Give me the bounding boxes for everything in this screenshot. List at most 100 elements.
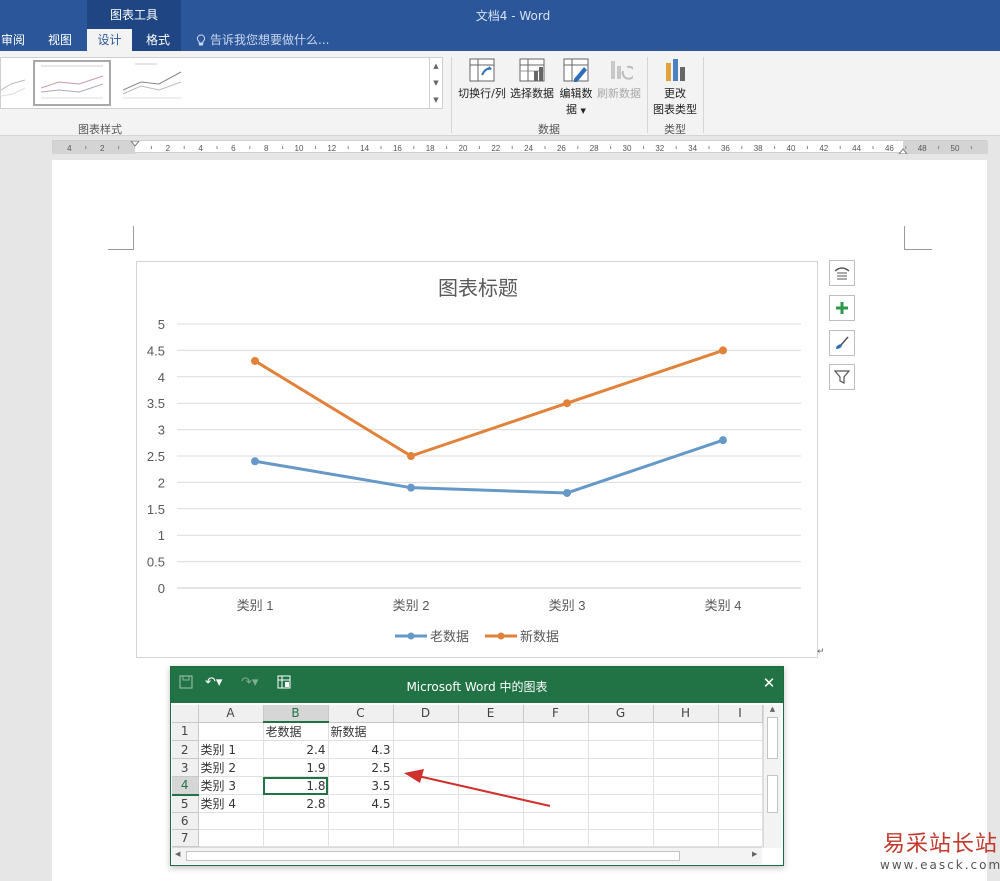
row-header[interactable]: 1 — [172, 722, 199, 741]
row-header[interactable]: 5 — [172, 794, 199, 813]
grid-cell[interactable] — [458, 740, 524, 759]
grid-cell[interactable] — [653, 829, 719, 847]
scroll-up-arrow[interactable]: ▲ — [764, 705, 781, 713]
grid-cell[interactable] — [523, 758, 589, 777]
row-header[interactable]: 7 — [172, 829, 199, 847]
column-header-d[interactable]: D — [393, 705, 459, 723]
grid-cell[interactable] — [588, 794, 654, 813]
chart-styles-button[interactable] — [829, 330, 855, 356]
grid-cell[interactable] — [718, 740, 763, 759]
grid-cell[interactable]: 类别 2 — [198, 758, 264, 777]
line-chart[interactable]: 图表标题 0 0.5 1 1.5 2 2.5 3 3.5 4 4.5 5 类别 1 类别 2 类别 3 类别 … — [136, 261, 818, 658]
grid-cell[interactable] — [588, 758, 654, 777]
data-point[interactable] — [407, 452, 415, 460]
gallery-scroll-up[interactable]: ▲ — [429, 58, 442, 75]
excel-chart-data-window[interactable]: ↶▾ ↷▾ Microsoft Word 中的图表 ✕ A B C D E F … — [170, 666, 784, 866]
grid-cell[interactable] — [588, 722, 654, 741]
grid-cell[interactable] — [393, 829, 459, 847]
data-point[interactable] — [251, 457, 259, 466]
row-header[interactable]: 2 — [172, 740, 199, 759]
grid-cell[interactable] — [523, 812, 589, 830]
grid-cell[interactable] — [393, 758, 459, 777]
grid-cell[interactable] — [263, 812, 329, 830]
grid-cell[interactable] — [458, 722, 524, 741]
grid-cell[interactable] — [653, 740, 719, 759]
grid-cell[interactable] — [718, 776, 763, 795]
grid-cell[interactable]: 2.5 — [328, 758, 394, 777]
tab-format[interactable]: 格式 — [137, 29, 179, 51]
grid-cell[interactable] — [718, 722, 763, 741]
grid-cell[interactable] — [523, 722, 589, 741]
scroll-right-arrow[interactable]: ▶ — [752, 850, 757, 858]
tab-review[interactable]: 审阅 — [0, 29, 26, 51]
grid-cell[interactable] — [328, 812, 394, 830]
grid-cell[interactable] — [653, 722, 719, 741]
grid-cell[interactable]: 4.3 — [328, 740, 394, 759]
row-header[interactable]: 4 — [172, 776, 199, 796]
grid-cell[interactable] — [263, 829, 329, 847]
spreadsheet-grid[interactable]: A B C D E F G H I 1 老数据 新数据 2 类别 1 2.4 4.3 3 类别 … — [172, 705, 763, 847]
scroll-left-arrow[interactable]: ◀ — [175, 850, 180, 858]
legend-entry[interactable]: 新数据 — [520, 629, 559, 644]
grid-cell[interactable]: 类别 3 — [198, 776, 264, 795]
horizontal-scrollbar[interactable]: ◀ ▶ — [172, 847, 762, 864]
grid-cell[interactable]: 类别 1 — [198, 740, 264, 759]
grid-cell[interactable] — [198, 812, 264, 830]
grid-cell[interactable] — [198, 722, 264, 741]
column-header-e[interactable]: E — [458, 705, 524, 723]
chart-style-thumb-3[interactable] — [115, 60, 193, 106]
grid-cell[interactable] — [653, 776, 719, 795]
row-header[interactable]: 6 — [172, 812, 199, 830]
column-header-c[interactable]: C — [328, 705, 394, 723]
tab-view[interactable]: 视图 — [40, 29, 80, 51]
chart-style-gallery[interactable]: ▲ ▼ ▼ — [0, 57, 443, 109]
grid-cell[interactable] — [393, 740, 459, 759]
grid-cell[interactable] — [393, 812, 459, 830]
grid-cell[interactable]: 1.9 — [263, 758, 329, 777]
grid-cell[interactable] — [588, 812, 654, 830]
grid-cell[interactable] — [588, 740, 654, 759]
column-header-h[interactable]: H — [653, 705, 719, 723]
grid-cell[interactable]: 类别 4 — [198, 794, 264, 813]
grid-cell[interactable]: 老数据 — [263, 722, 329, 741]
chart-filters-button[interactable] — [829, 364, 855, 390]
grid-cell[interactable]: 新数据 — [328, 722, 394, 741]
grid-cell[interactable] — [523, 794, 589, 813]
data-point[interactable] — [719, 436, 727, 445]
grid-cell[interactable]: 3.5 — [328, 776, 394, 795]
grid-cell[interactable] — [393, 722, 459, 741]
grid-cell[interactable] — [653, 812, 719, 830]
gallery-scroll-down[interactable]: ▼ — [429, 75, 442, 92]
grid-cell[interactable]: 2.4 — [263, 740, 329, 759]
gallery-expand[interactable]: ▼ — [429, 92, 442, 109]
grid-cell[interactable] — [718, 794, 763, 813]
grid-cell[interactable]: 2.8 — [263, 794, 329, 813]
grid-cell[interactable]: 1.8 — [263, 776, 329, 795]
row-header[interactable]: 3 — [172, 758, 199, 777]
grid-cell[interactable] — [198, 829, 264, 847]
grid-cell[interactable] — [393, 794, 459, 813]
chart-style-thumb-2[interactable] — [33, 60, 111, 106]
scroll-thumb[interactable] — [767, 717, 778, 759]
grid-cell[interactable] — [458, 758, 524, 777]
grid-cell[interactable] — [653, 758, 719, 777]
horizontal-ruler[interactable]: 4 2 2 4 6 8 10 12 14 16 18 20 22 24 26 28 30 32 34 36 38 40 42… — [52, 140, 988, 154]
grid-cell[interactable] — [393, 776, 459, 795]
vertical-scrollbar[interactable]: ▲ — [763, 705, 781, 848]
change-chart-type-button[interactable]: 更改 图表类型 — [650, 57, 700, 117]
column-header-i[interactable]: I — [718, 705, 763, 723]
tell-me-search[interactable]: 告诉我您想要做什么... — [196, 29, 329, 51]
grid-cell[interactable] — [523, 740, 589, 759]
column-header-g[interactable]: G — [588, 705, 654, 723]
grid-cell[interactable] — [588, 776, 654, 795]
column-header-f[interactable]: F — [523, 705, 589, 723]
grid-cell[interactable] — [328, 829, 394, 847]
chart-style-thumb-1[interactable] — [0, 60, 27, 106]
data-point[interactable] — [563, 488, 571, 497]
select-data-button[interactable]: 选择数据 — [508, 57, 556, 101]
column-header-a[interactable]: A — [198, 705, 264, 723]
grid-cell[interactable] — [458, 829, 524, 847]
column-header-b[interactable]: B — [263, 705, 329, 723]
close-icon[interactable]: ✕ — [759, 673, 779, 693]
select-all-corner[interactable] — [172, 705, 199, 723]
